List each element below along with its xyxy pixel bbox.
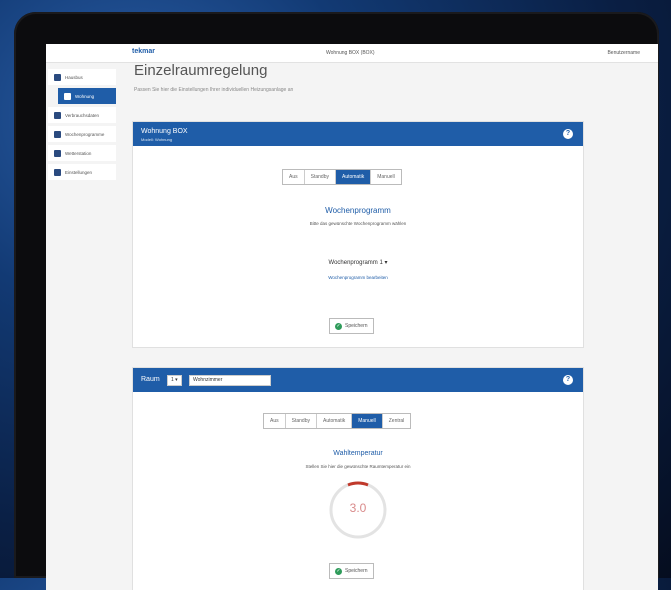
save-button[interactable]: ✓ Speichern [329, 563, 374, 579]
sidebar-item-wochenprogramme[interactable]: Wochenprogramme [48, 126, 116, 142]
sidebar-item-wetterstation[interactable]: Wetterstation [48, 145, 116, 161]
check-icon: ✓ [335, 322, 342, 330]
back-arrow-icon [54, 73, 61, 81]
panel-title: Wohnung BOX [141, 128, 188, 135]
sidebar-item-einstellungen[interactable]: Einstellungen [48, 164, 116, 180]
save-button[interactable]: ✓ Speichern [329, 318, 374, 334]
calendar-icon [54, 130, 61, 138]
save-label: Speichern [345, 568, 368, 574]
mode-standby[interactable]: Standby [304, 170, 336, 184]
apartment-label: Wohnung BOX (BOX) [326, 50, 375, 56]
mode-manuell[interactable]: Manuell [371, 170, 401, 184]
sidebar-item-label: Verbrauchsdaten [65, 112, 100, 118]
section-description: Stellen Sie hier die gewünschte Raumtemp… [305, 464, 411, 469]
save-label: Speichern [345, 323, 368, 329]
sidebar-item-wohnung[interactable]: Wohnung [58, 88, 116, 104]
apartment-panel: Wohnung BOX Modell: Wohnung ? Aus Standb… [132, 121, 584, 348]
sidebar-item-verbrauchsdaten[interactable]: Verbrauchsdaten [48, 107, 116, 123]
mode-automatik[interactable]: Automatik [316, 414, 353, 428]
sidebar-item-label: Wohnung [75, 93, 95, 99]
top-bar: tekmar Wohnung BOX (BOX) Benutzername [46, 44, 658, 63]
section-description: Bitte das gewünschte Wochenprogramm wähl… [309, 221, 407, 226]
sidebar-item-label: Einstellungen [65, 169, 93, 175]
help-icon[interactable]: ? [563, 129, 573, 139]
mode-manuell[interactable]: Manuell [352, 414, 383, 428]
room-name-input[interactable]: Wohnzimmer [189, 375, 271, 386]
help-icon[interactable]: ? [563, 375, 573, 385]
mode-aus[interactable]: Aus [264, 414, 286, 428]
tablet-frame: tekmar Wohnung BOX (BOX) Benutzername Ha… [14, 12, 659, 590]
panel-subtitle: Modell: Wohnung [141, 137, 173, 142]
mode-zentral[interactable]: Zentral [382, 414, 411, 428]
mode-selector: Aus Standby Automatik Manuell [282, 169, 402, 185]
sidebar: Hausbus Wohnung Verbrauchsdaten Wochenpr… [46, 66, 118, 183]
panel-header: Wohnung BOX Modell: Wohnung ? [133, 122, 583, 146]
sidebar-item-label: Hausbus [65, 74, 83, 80]
gear-icon [54, 168, 61, 176]
room-label: Raum [141, 376, 160, 383]
meter-icon [54, 111, 61, 119]
section-title: Wochenprogramm [325, 206, 391, 215]
brand-logo: tekmar [132, 48, 155, 55]
mode-automatik[interactable]: Automatik [335, 170, 372, 184]
section-title: Wahltemperatur [333, 450, 383, 457]
app-screen: tekmar Wohnung BOX (BOX) Benutzername Ha… [46, 44, 658, 590]
mode-standby[interactable]: Standby [285, 414, 317, 428]
home-icon [64, 92, 71, 100]
page-title: Einzelraumregelung [134, 62, 268, 79]
sidebar-item-hausbus[interactable]: Hausbus [48, 69, 116, 85]
program-link[interactable]: Wochenprogramm bearbeiten [133, 275, 583, 280]
mode-selector: Aus Standby Automatik Manuell Zentral [263, 413, 412, 429]
weather-icon [54, 149, 61, 157]
panel-header: Raum 1 ▾ Wohnzimmer ? [133, 368, 583, 392]
program-select[interactable]: Wochenprogramm 1 ▾ [133, 259, 583, 266]
mode-aus[interactable]: Aus [283, 170, 305, 184]
page-subtitle: Passen Sie hier die Einstellungen Ihrer … [134, 87, 294, 93]
check-icon: ✓ [335, 567, 342, 575]
room-panel: Raum 1 ▾ Wohnzimmer ? Aus Standby Automa… [132, 367, 584, 590]
room-number-select[interactable]: 1 ▾ [167, 375, 182, 386]
sidebar-item-label: Wochenprogramme [65, 131, 105, 137]
sidebar-item-label: Wetterstation [65, 150, 92, 156]
temperature-value: 3.0 [349, 501, 367, 515]
user-menu[interactable]: Benutzername [607, 50, 640, 56]
